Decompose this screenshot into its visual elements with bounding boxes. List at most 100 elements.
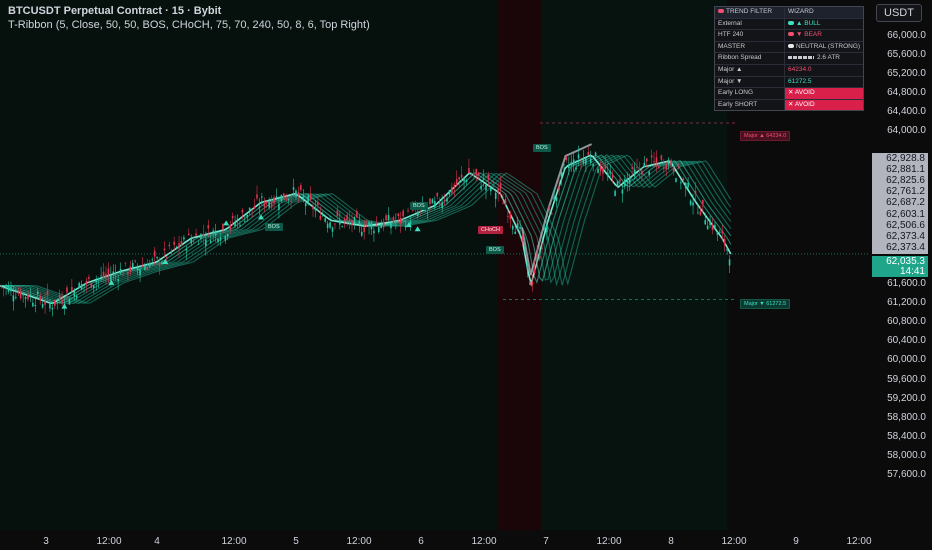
candle-body — [448, 190, 451, 195]
candle-body — [44, 301, 46, 305]
choch-tag: CHoCH — [478, 226, 503, 234]
panel-row-label: External — [715, 18, 785, 30]
candle-body — [699, 211, 702, 216]
candle-body — [606, 172, 609, 177]
candle-body — [343, 218, 346, 221]
candle-body — [714, 224, 716, 228]
candle-body — [429, 198, 431, 204]
panel-row: MASTER NEUTRAL (STRONG) — [715, 41, 863, 54]
candle-body — [438, 202, 441, 205]
price-tick-label: 60,000.0 — [887, 354, 926, 366]
candle-body — [609, 171, 612, 174]
candle-body — [392, 217, 395, 223]
candle-body — [555, 197, 558, 202]
candle-body — [78, 283, 80, 288]
time-axis[interactable]: 3 12:00 4 12:00 5 12:00 6 12:00 7 12:00 8 12:00 9 12:… — [0, 530, 932, 550]
candle-body — [124, 262, 127, 264]
time-tick-label: 6 — [418, 536, 424, 547]
candle-body — [619, 179, 621, 182]
candle-body — [273, 197, 275, 204]
candle-body — [621, 189, 624, 194]
candle-body — [190, 238, 193, 244]
candle-body — [224, 235, 227, 241]
candle-body — [346, 214, 348, 220]
candle-body — [51, 308, 54, 310]
candle-body — [650, 155, 653, 158]
candle-body — [431, 199, 434, 204]
candle-body — [356, 211, 358, 218]
candle-body — [17, 292, 20, 294]
currency-button[interactable]: USDT — [876, 4, 922, 22]
time-tick-label: 12:00 — [346, 536, 372, 547]
indicator-line[interactable]: T-Ribbon (5, Close, 50, 50, BOS, CHoCH, … — [8, 18, 370, 32]
candle-body — [139, 268, 141, 276]
candle-body — [570, 162, 573, 166]
candle-body — [558, 186, 560, 191]
candle-body — [373, 230, 375, 234]
candle-body — [482, 178, 485, 180]
candle-body — [278, 203, 280, 210]
candle-body — [721, 230, 724, 234]
symbol-line[interactable]: BTCUSDT Perpetual Contract · 15 · Bybit — [8, 4, 370, 18]
time-tick-label: 3 — [43, 536, 49, 547]
panel-row-label: HTF 240 — [715, 30, 785, 41]
candle-body — [385, 215, 387, 221]
candle-body — [511, 225, 514, 230]
time-tick-label: 12:00 — [596, 536, 622, 547]
candle-body — [672, 167, 675, 172]
candle-body — [585, 157, 587, 165]
candle-body — [136, 267, 139, 271]
candle-body — [631, 167, 633, 169]
price-tick-label: 59,600.0 — [887, 373, 926, 385]
candle-body — [709, 220, 711, 226]
candle-body — [166, 257, 168, 259]
candle-body — [153, 250, 156, 257]
candle-body — [526, 262, 529, 269]
candle-body — [563, 164, 565, 165]
candle-body — [597, 168, 599, 173]
candle-body — [85, 280, 88, 284]
panel-row-value: ✕ AVOID — [785, 99, 863, 111]
candle-body — [168, 244, 171, 247]
candle-body — [36, 291, 39, 295]
candle-body — [170, 249, 173, 251]
candle-body — [663, 167, 665, 169]
candle-body — [34, 304, 37, 307]
candle-body — [697, 212, 699, 214]
candle-body — [265, 201, 268, 204]
candle-body — [397, 213, 400, 217]
panel-row: External ▲ BULL — [715, 18, 863, 31]
candle-body — [5, 286, 7, 288]
panel-row: HTF 240 ▼ BEAR — [715, 30, 863, 42]
candle-body — [360, 231, 363, 236]
candle-body — [616, 181, 619, 187]
candle-body — [633, 169, 636, 176]
candle-body — [487, 175, 490, 180]
candle-body — [395, 220, 397, 223]
panel-row-value-text: ▲ BULL — [796, 19, 821, 27]
candle-body — [560, 171, 563, 178]
panel-row-label: MASTER — [715, 41, 785, 53]
candle-body — [287, 199, 290, 200]
candle-body — [100, 275, 102, 277]
candle-body — [694, 190, 697, 195]
candle-body — [716, 231, 719, 235]
candle-body — [687, 182, 689, 188]
candle-body — [723, 239, 726, 246]
candle-body — [531, 281, 534, 286]
candle-body — [95, 280, 98, 283]
panel-row-value-text: ✕ AVOID — [788, 89, 815, 97]
candle-body — [580, 160, 582, 162]
green-dot-icon — [788, 20, 794, 25]
candle-body — [226, 234, 229, 237]
candle-body — [533, 268, 536, 274]
candle-body — [290, 201, 292, 203]
candle-body — [645, 158, 648, 162]
candle-body — [602, 167, 604, 174]
candle-body — [180, 240, 183, 246]
price-tick-label: 58,000.0 — [887, 449, 926, 461]
candle-body — [568, 165, 570, 169]
time-tick-label: 8 — [668, 536, 674, 547]
bar-countdown-label: 14:41 — [872, 266, 928, 277]
candle-body — [234, 222, 236, 227]
